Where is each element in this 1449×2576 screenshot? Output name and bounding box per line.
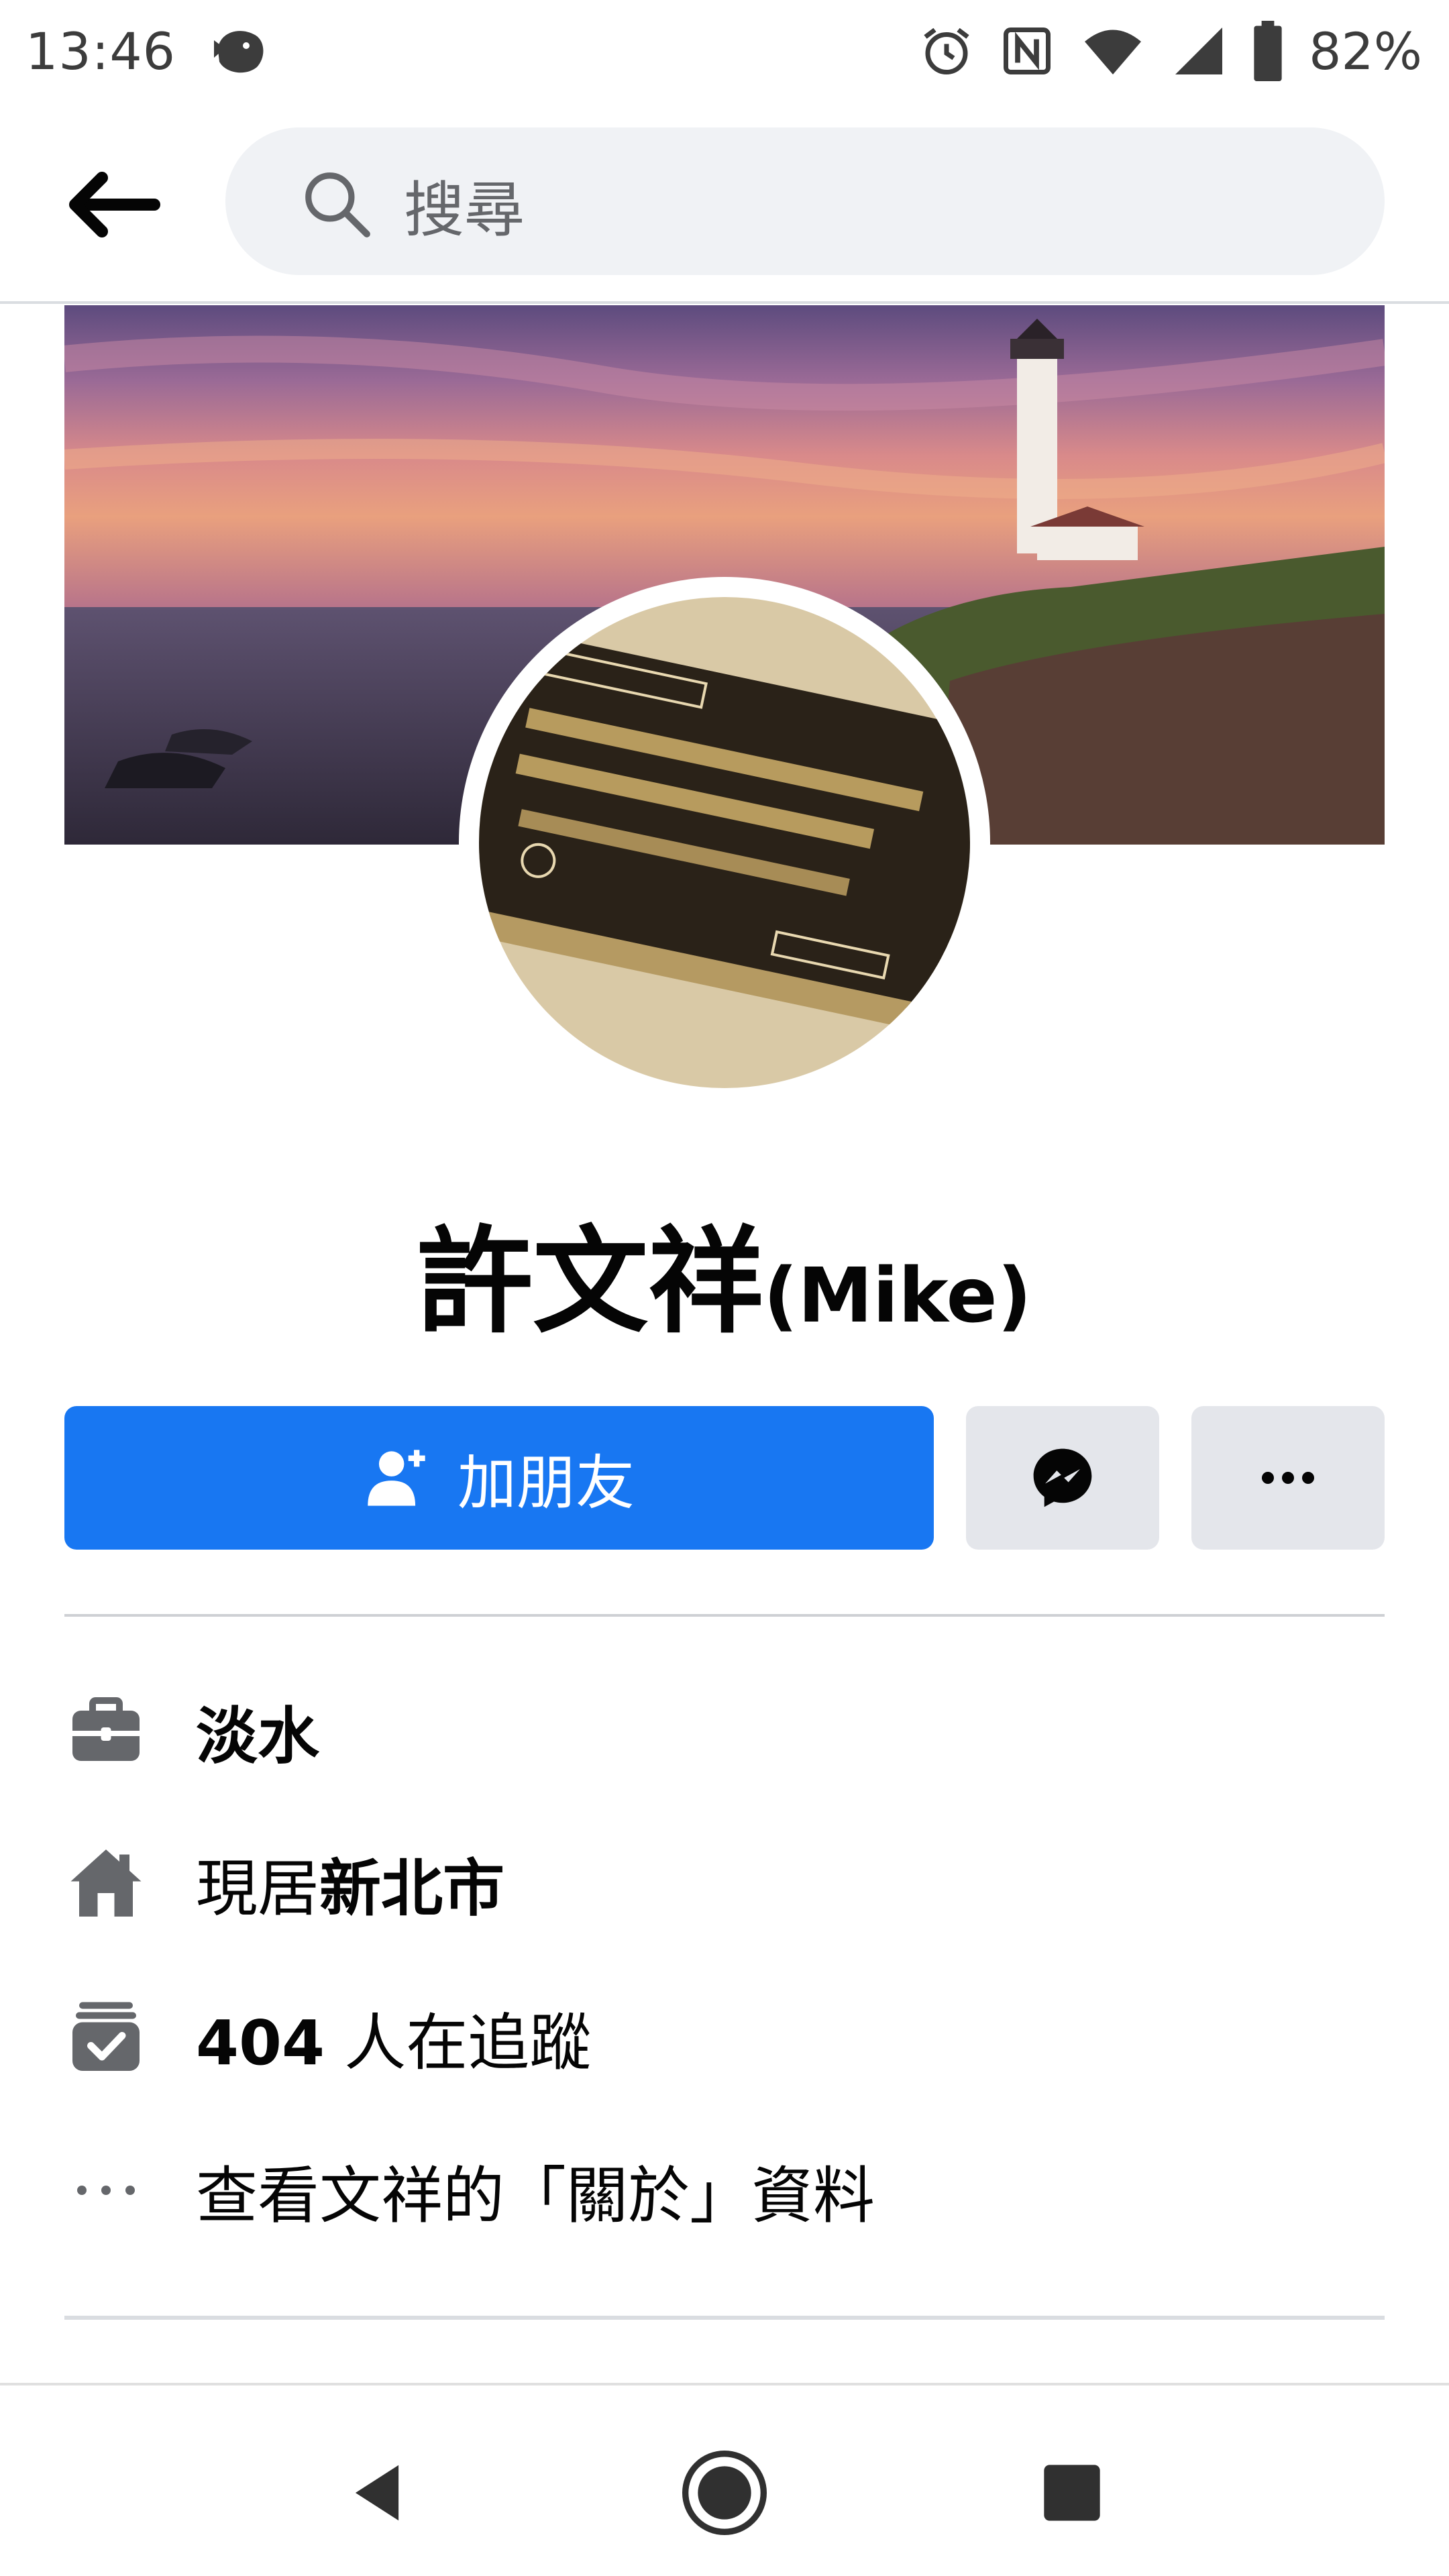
details-divider [64, 2316, 1385, 2320]
add-friend-label: 加朋友 [457, 1448, 635, 1517]
profile-name: 許文祥(Mike) [0, 1187, 1449, 1355]
detail-lives: 現居新北市 [64, 1833, 1385, 1933]
lives-city: 新北市 [319, 1852, 505, 1925]
avatar[interactable] [479, 597, 970, 1088]
more-button[interactable] [1191, 1406, 1385, 1550]
lives-text: 現居新北市 [196, 1839, 504, 1928]
messenger-icon [1033, 1448, 1092, 1507]
top-navigation: 搜尋 [0, 101, 1449, 302]
nfc-icon [1004, 28, 1051, 74]
messenger-button[interactable] [966, 1406, 1159, 1550]
detail-work: 淡水 [64, 1680, 1385, 1781]
android-back-button[interactable] [323, 2439, 431, 2546]
followers-text: 404 人在追蹤 [196, 1993, 591, 2082]
briefcase-icon [64, 1689, 148, 1772]
work-text: 淡水 [196, 1700, 320, 1772]
nav-back-icon [355, 2465, 399, 2521]
followers-icon [64, 1996, 148, 2079]
more-dots-icon [64, 2149, 148, 2232]
profile-name-cjk: 許文祥 [417, 1214, 764, 1349]
back-arrow-icon[interactable] [60, 168, 161, 241]
android-recents-button[interactable] [1018, 2439, 1126, 2546]
android-navigation-bar [0, 2385, 1449, 2576]
search-placeholder: 搜尋 [404, 175, 525, 246]
detail-about-link[interactable]: 查看文祥的「關於」資料 [64, 2140, 1385, 2241]
status-bar: 13:46 82% [0, 0, 1449, 101]
more-dots-icon [1262, 1472, 1314, 1484]
nav-home-icon [682, 2451, 767, 2535]
detail-followers: 404 人在追蹤 [64, 1987, 1385, 2088]
wifi-icon [1085, 30, 1142, 74]
signal-icon [1175, 28, 1223, 74]
nav-divider [0, 301, 1449, 304]
profile-name-latin: (Mike) [763, 1252, 1032, 1340]
battery-percentage: 82% [1309, 21, 1422, 81]
status-time: 13:46 [25, 21, 176, 81]
followers-suffix: 人在追蹤 [325, 2006, 592, 2079]
about-link-text[interactable]: 查看文祥的「關於」資料 [196, 2146, 875, 2235]
fish-notification-icon [214, 31, 264, 73]
section-divider [64, 1614, 1385, 1617]
add-friend-button[interactable]: 加朋友 [64, 1406, 934, 1550]
followers-count: 404 [196, 2006, 325, 2079]
home-icon [64, 1841, 148, 1925]
add-person-icon [368, 1450, 425, 1506]
android-home-button[interactable] [671, 2439, 778, 2546]
battery-icon [1254, 21, 1282, 81]
search-icon [305, 172, 370, 237]
alarm-icon [924, 28, 969, 74]
lives-prefix: 現居 [196, 1852, 320, 1925]
nav-recents-icon [1044, 2465, 1100, 2521]
search-input[interactable]: 搜尋 [225, 127, 1385, 275]
